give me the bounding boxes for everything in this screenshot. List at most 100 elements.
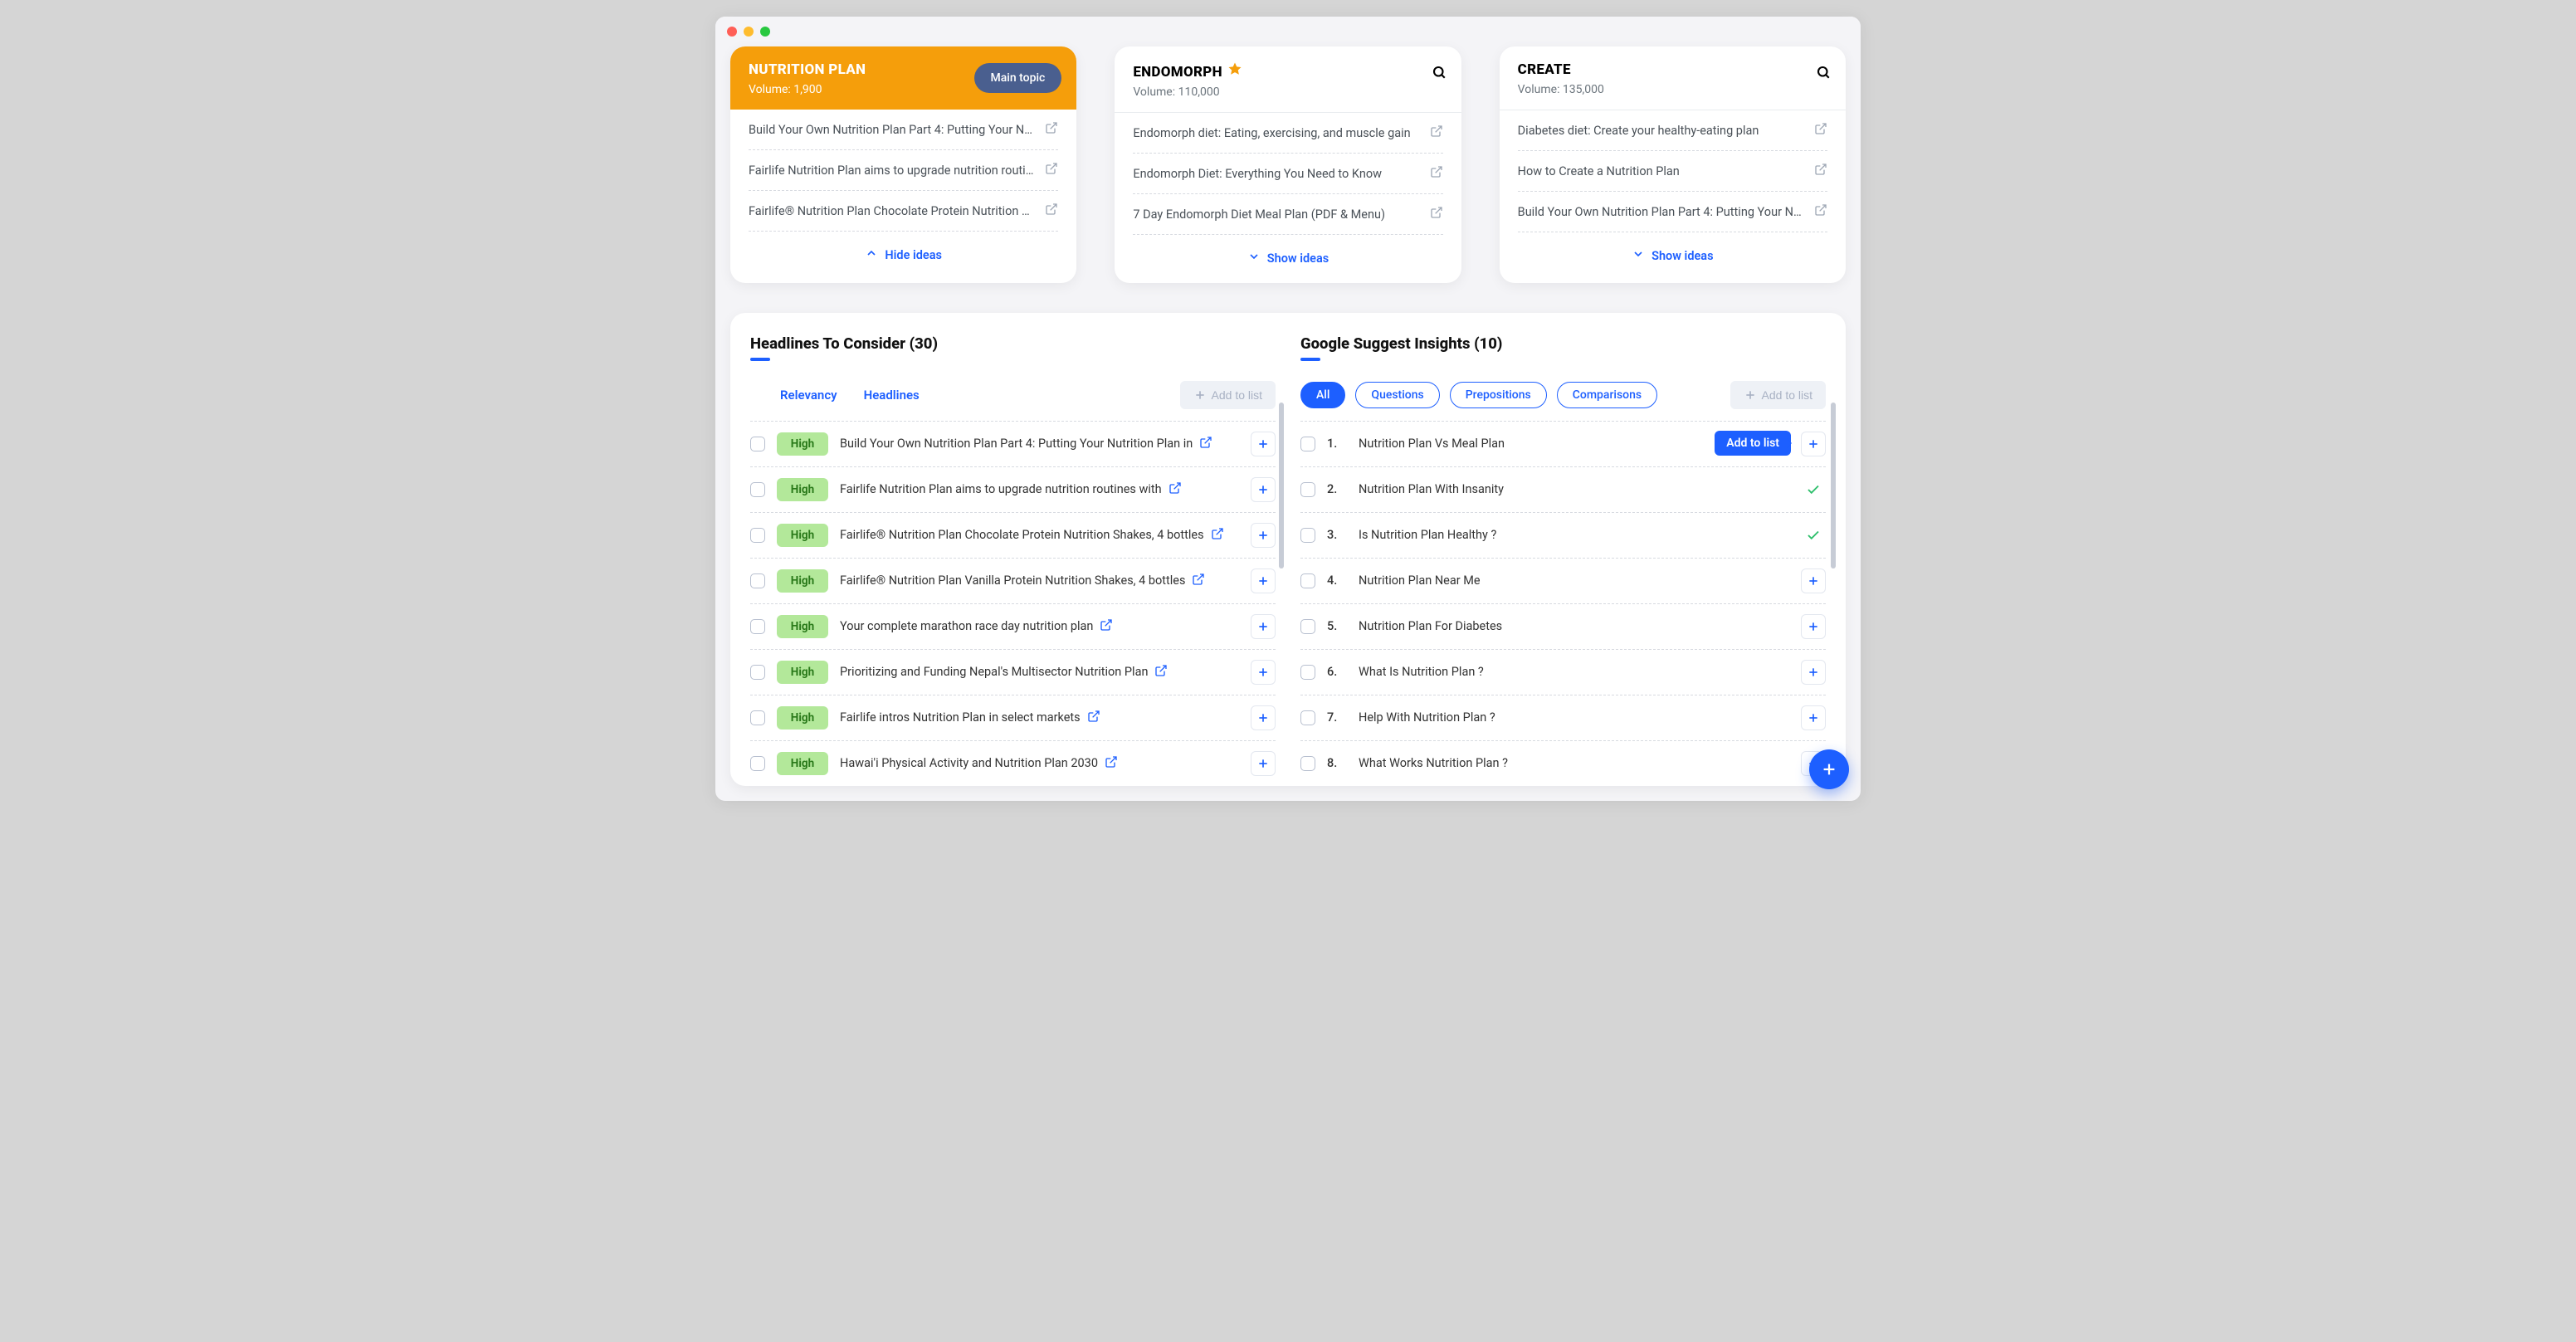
external-link-icon[interactable] [1100, 618, 1113, 635]
external-link-icon[interactable] [1045, 203, 1058, 219]
add-row-button[interactable] [1801, 614, 1826, 639]
minimize-window-button[interactable] [744, 27, 754, 37]
search-icon[interactable] [1432, 65, 1447, 83]
plus-icon [1820, 760, 1838, 778]
add-row-button[interactable] [1251, 477, 1276, 502]
scroll-thumb[interactable] [1279, 403, 1284, 569]
relevancy-badge: High [777, 478, 828, 501]
fab-add-button[interactable] [1809, 749, 1849, 789]
add-row-button[interactable] [1801, 660, 1826, 685]
external-link-icon[interactable] [1045, 162, 1058, 178]
add-row-button[interactable] [1251, 523, 1276, 548]
col-relevancy[interactable]: Relevancy [780, 388, 837, 403]
external-link-icon[interactable] [1105, 755, 1118, 772]
add-row-button[interactable] [1251, 705, 1276, 730]
add-to-list-button-disabled[interactable]: Add to list [1180, 381, 1276, 409]
add-row-button[interactable] [1801, 432, 1826, 456]
checkbox[interactable] [1300, 482, 1315, 497]
insight-number: 3. [1327, 528, 1347, 542]
idea-text: Endomorph Diet: Everything You Need to K… [1133, 167, 1419, 181]
checkbox[interactable] [750, 437, 765, 451]
search-icon[interactable] [1816, 65, 1831, 83]
close-window-button[interactable] [727, 27, 737, 37]
external-link-icon[interactable] [1814, 203, 1827, 220]
external-link-icon[interactable] [1430, 124, 1443, 141]
maximize-window-button[interactable] [760, 27, 770, 37]
insight-text: What Is Nutrition Plan ? [1359, 665, 1789, 679]
idea-row: Fairlife Nutrition Plan aims to upgrade … [749, 150, 1058, 191]
scroll-track[interactable] [1831, 403, 1836, 786]
add-row-button[interactable] [1251, 614, 1276, 639]
add-row-button[interactable] [1251, 660, 1276, 685]
checkbox[interactable] [750, 619, 765, 634]
plus-icon [1193, 388, 1207, 402]
idea-row: How to Create a Nutrition Plan [1518, 151, 1827, 192]
headline-row: High Your complete marathon race day nut… [750, 603, 1276, 649]
added-check-icon [1801, 523, 1826, 548]
idea-text: How to Create a Nutrition Plan [1518, 164, 1804, 178]
idea-list: Diabetes diet: Create your healthy-eatin… [1500, 110, 1846, 232]
checkbox[interactable] [1300, 573, 1315, 588]
insight-number: 7. [1327, 710, 1347, 725]
toggle-ideas-button[interactable]: Show ideas [1632, 247, 1713, 264]
checkbox[interactable] [1300, 528, 1315, 543]
external-link-icon[interactable] [1814, 122, 1827, 139]
filter-pill-questions[interactable]: Questions [1355, 382, 1439, 408]
external-link-icon[interactable] [1430, 165, 1443, 182]
external-link-icon[interactable] [1430, 206, 1443, 222]
col-headlines[interactable]: Headlines [864, 388, 920, 403]
scroll-track[interactable] [1279, 403, 1284, 786]
headline-text: Build Your Own Nutrition Plan Part 4: Pu… [840, 436, 1239, 452]
topic-cards-row: NUTRITION PLAN Volume: 1,900 Main topic … [730, 46, 1846, 283]
filter-pill-comparisons[interactable]: Comparisons [1557, 382, 1657, 408]
checkbox[interactable] [750, 482, 765, 497]
external-link-icon[interactable] [1154, 664, 1168, 681]
add-to-list-button-disabled[interactable]: Add to list [1730, 381, 1826, 409]
external-link-icon[interactable] [1045, 121, 1058, 138]
add-row-button[interactable] [1251, 432, 1276, 456]
external-link-icon[interactable] [1192, 573, 1205, 589]
add-to-list-label: Add to list [1212, 388, 1262, 402]
checkbox[interactable] [1300, 665, 1315, 680]
checkbox[interactable] [1300, 710, 1315, 725]
idea-text: Build Your Own Nutrition Plan Part 4: Pu… [1518, 205, 1804, 219]
idea-row: Diabetes diet: Create your healthy-eatin… [1518, 110, 1827, 151]
idea-row: Build Your Own Nutrition Plan Part 4: Pu… [1518, 192, 1827, 232]
headline-text: Fairlife® Nutrition Plan Chocolate Prote… [840, 527, 1239, 544]
panels-row: Headlines To Consider (30) Relevancy Hea… [730, 313, 1846, 786]
headline-row: High Fairlife® Nutrition Plan Vanilla Pr… [750, 558, 1276, 603]
checkbox[interactable] [1300, 756, 1315, 771]
external-link-icon[interactable] [1168, 481, 1182, 498]
add-row-button[interactable] [1251, 569, 1276, 593]
checkbox[interactable] [750, 573, 765, 588]
content-area: NUTRITION PLAN Volume: 1,900 Main topic … [715, 46, 1861, 801]
headline-text: Prioritizing and Funding Nepal's Multise… [840, 664, 1239, 681]
toggle-ideas-button[interactable]: Hide ideas [865, 246, 942, 263]
external-link-icon[interactable] [1199, 436, 1212, 452]
external-link-icon[interactable] [1211, 527, 1224, 544]
insight-number: 4. [1327, 573, 1347, 588]
toggle-ideas-button[interactable]: Show ideas [1247, 250, 1329, 266]
filter-pill-prepositions[interactable]: Prepositions [1450, 382, 1547, 408]
insight-number: 1. [1327, 437, 1347, 451]
checkbox[interactable] [750, 756, 765, 771]
checkbox[interactable] [1300, 437, 1315, 451]
title-bar [715, 17, 1861, 46]
scroll-thumb[interactable] [1831, 403, 1836, 569]
checkbox[interactable] [1300, 619, 1315, 634]
checkbox[interactable] [750, 528, 765, 543]
add-row-button[interactable] [1801, 569, 1826, 593]
main-topic-badge[interactable]: Main topic [974, 63, 1062, 93]
add-row-button[interactable] [1801, 705, 1826, 730]
idea-text: 7 Day Endomorph Diet Meal Plan (PDF & Me… [1133, 207, 1419, 222]
filter-pill-all[interactable]: All [1300, 382, 1345, 408]
checkbox[interactable] [750, 710, 765, 725]
add-row-button[interactable] [1251, 751, 1276, 776]
app-window: NUTRITION PLAN Volume: 1,900 Main topic … [715, 17, 1861, 801]
idea-text: Fairlife® Nutrition Plan Chocolate Prote… [749, 204, 1035, 218]
checkbox[interactable] [750, 665, 765, 680]
idea-text: Build Your Own Nutrition Plan Part 4: Pu… [749, 123, 1035, 137]
external-link-icon[interactable] [1814, 163, 1827, 179]
insight-text: Nutrition Plan With Insanity [1359, 482, 1789, 496]
external-link-icon[interactable] [1087, 710, 1100, 726]
